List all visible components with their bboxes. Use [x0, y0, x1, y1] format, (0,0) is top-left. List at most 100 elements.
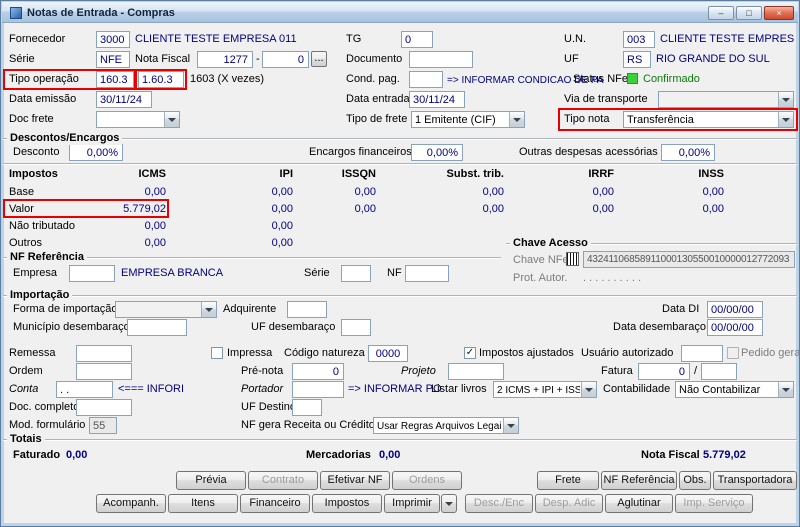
status-nfe-value: Confirmado [643, 73, 700, 86]
col-issqn: ISSQN [286, 168, 376, 181]
outras-despesas-field[interactable]: 0,00% [661, 144, 715, 161]
imprimir-dropdown-button[interactable] [441, 494, 457, 513]
data-emissao-label: Data emissão [9, 93, 76, 106]
conta-hint: <=== INFORI [118, 383, 184, 396]
nf-ref-nf-label: NF [387, 267, 402, 280]
fatura-field[interactable]: 0 [638, 363, 690, 380]
impressa-checkbox[interactable] [211, 347, 223, 359]
imprimir-button[interactable]: Imprimir [384, 494, 440, 513]
desp-adic-button: Desp. Adic [535, 494, 603, 513]
nota-fiscal-sub-field[interactable]: 0 [262, 51, 309, 68]
cond-pag-field[interactable] [409, 71, 443, 88]
nf-referencia-button[interactable]: NF Referência [601, 471, 677, 490]
impostos-ajustados-label: Impostos ajustados [479, 347, 574, 360]
data-entrada-label: Data entrada [346, 93, 410, 106]
fornecedor-code-field[interactable]: 3000 [96, 31, 130, 48]
listar-livros-label: Listar livros [431, 383, 487, 396]
remessa-field[interactable] [76, 345, 132, 362]
title-bar[interactable]: Notas de Entrada - Compras [2, 2, 798, 23]
usuario-autorizado-field[interactable] [681, 345, 723, 362]
forma-importacao-combo[interactable] [115, 301, 217, 318]
previa-button[interactable]: Prévia [176, 471, 246, 490]
pedido-gerado-checkbox [727, 347, 739, 359]
data-emissao-field[interactable]: 30/11/24 [96, 91, 152, 108]
acompanh-button[interactable]: Acompanh. [96, 494, 166, 513]
aglutinar-button[interactable]: Aglutinar [605, 494, 673, 513]
financeiro-button[interactable]: Financeiro [240, 494, 310, 513]
maximize-button[interactable]: □ [736, 6, 762, 20]
nf-gera-combo[interactable]: Usar Regras Arquivos Legais [373, 417, 519, 434]
serie-field[interactable]: NFE [96, 51, 130, 68]
dropdown-arrow-icon [778, 92, 793, 107]
codigo-natureza-field[interactable]: 0000 [368, 345, 408, 362]
fornecedor-name-text: CLIENTE TESTE EMPRESA 011 [135, 33, 297, 46]
base-inss: 0,00 [634, 186, 724, 199]
contabilidade-label: Contabilidade [603, 383, 670, 396]
desconto-field[interactable]: 0,00% [69, 144, 123, 161]
data-di-field[interactable]: 00/00/00 [707, 301, 763, 318]
un-code-field[interactable]: 003 [623, 31, 655, 48]
via-transporte-combo[interactable] [658, 91, 794, 108]
tipo-frete-combo[interactable]: 1 Emitente (CIF) [411, 111, 525, 128]
data-desembaraco-field[interactable]: 00/00/00 [707, 319, 763, 336]
minimize-button[interactable]: – [708, 6, 734, 20]
encargos-field[interactable]: 0,00% [411, 144, 463, 161]
tipo-operacao-field-2[interactable]: 1.60.3 [138, 71, 184, 88]
dropdown-arrow-icon [164, 112, 179, 127]
doc-frete-combo[interactable] [96, 111, 180, 128]
nota-fiscal-number-field[interactable]: 1277 [197, 51, 253, 68]
conta-label: Conta [9, 383, 38, 396]
uf-code-field[interactable]: RS [623, 51, 651, 68]
pre-nota-field[interactable]: 0 [292, 363, 344, 380]
empresa-label: Empresa [13, 267, 57, 280]
listar-livros-value: 2 ICMS + IPI + ISS [497, 385, 580, 397]
row-base-label: Base [9, 186, 34, 199]
totais-divider [3, 439, 797, 441]
chave-nfe-field[interactable]: 43241106858911000130550010000012772093 [583, 251, 795, 268]
conta-field[interactable]: . . [56, 381, 113, 398]
close-button[interactable]: × [764, 6, 794, 20]
frete-button[interactable]: Frete [537, 471, 599, 490]
tg-field[interactable]: 0 [401, 31, 433, 48]
impostos-ajustados-checkbox[interactable]: ✓ [464, 347, 476, 359]
itens-button[interactable]: Itens [168, 494, 238, 513]
municipio-desembaraco-field[interactable] [127, 319, 187, 336]
ordem-field[interactable] [76, 363, 132, 380]
obs-button[interactable]: Obs. [679, 471, 711, 490]
nota-fiscal-more-button[interactable]: ... [311, 51, 327, 67]
nf-ref-nf-field[interactable] [405, 265, 449, 282]
documento-field[interactable] [409, 51, 473, 68]
empresa-field[interactable] [69, 265, 115, 282]
pre-nota-label: Pré-nota [241, 365, 283, 378]
transportadora-button[interactable]: Transportadora [713, 471, 797, 490]
tipo-nota-combo[interactable]: Transferência [623, 111, 794, 128]
contabilidade-combo[interactable]: Não Contabilizar [675, 381, 794, 398]
dropdown-arrow-icon [778, 112, 793, 127]
data-entrada-field[interactable]: 30/11/24 [409, 91, 465, 108]
impostos-title: Impostos [9, 168, 58, 181]
base-ipi: 0,00 [203, 186, 293, 199]
tipo-nota-value: Transferência [627, 114, 777, 126]
mod-formulario-field[interactable]: 55 [89, 417, 117, 434]
codigo-natureza-label: Código natureza [284, 347, 365, 360]
col-ipi: IPI [203, 168, 293, 181]
contabilidade-value: Não Contabilizar [679, 384, 777, 396]
dropdown-arrow-icon [581, 382, 596, 397]
tipo-frete-label: Tipo de frete [346, 113, 407, 126]
tipo-operacao-field-1[interactable]: 160.3 [96, 71, 134, 88]
un-label: U.N. [564, 33, 586, 46]
uf-destino-field[interactable] [292, 399, 322, 416]
projeto-field[interactable] [448, 363, 504, 380]
efetivar-nf-button[interactable]: Efetivar NF [320, 471, 390, 490]
adquirente-field[interactable] [287, 301, 327, 318]
impressa-label: Impressa [227, 347, 272, 360]
uf-desembaraco-field[interactable] [341, 319, 371, 336]
base-subst: 0,00 [414, 186, 504, 199]
nf-ref-serie-field[interactable] [341, 265, 371, 282]
impostos-button[interactable]: Impostos [312, 494, 382, 513]
portador-field[interactable] [292, 381, 344, 398]
listar-livros-combo[interactable]: 2 ICMS + IPI + ISS [493, 381, 597, 398]
valor-irrf: 0,00 [524, 203, 614, 216]
fatura-field-2[interactable] [701, 363, 737, 380]
doc-completo-field[interactable] [76, 399, 132, 416]
